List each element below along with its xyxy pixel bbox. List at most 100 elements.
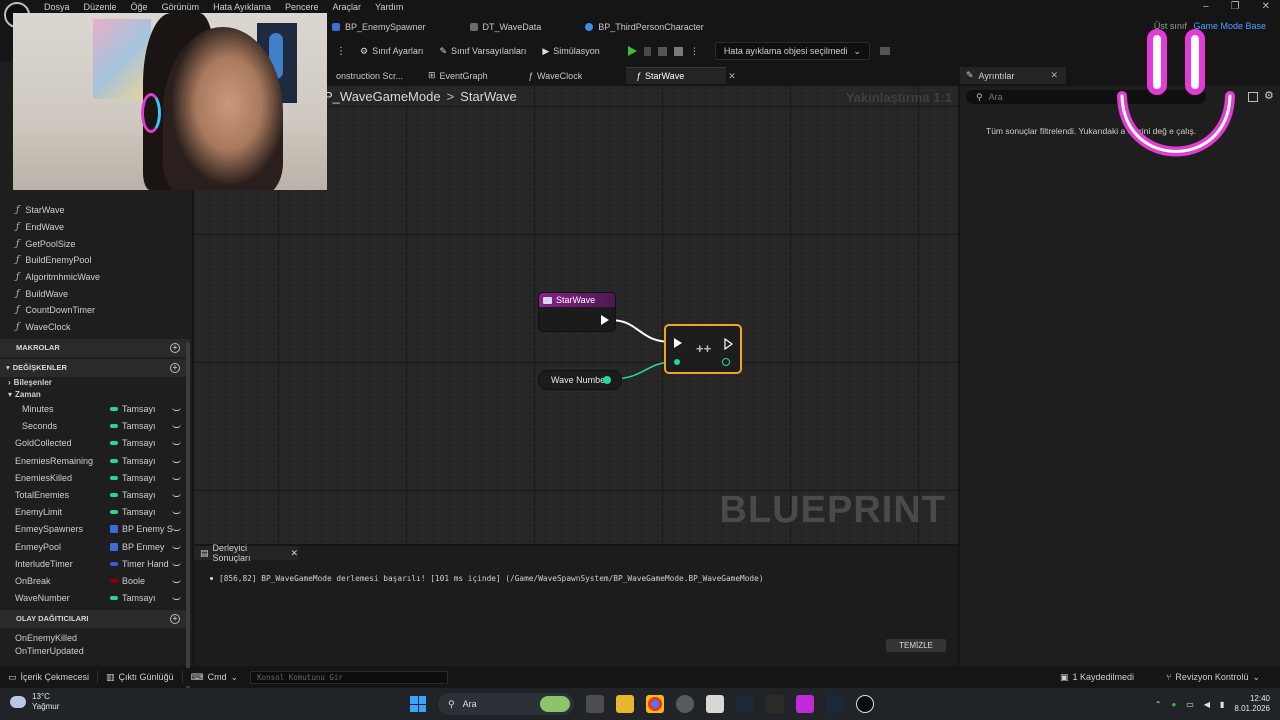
variable-type[interactable]: Tamsayı bbox=[110, 456, 156, 466]
details-tab[interactable]: ✎ Ayrıntılar ✕ bbox=[960, 67, 1066, 84]
doc-tab-enemy-spawner[interactable]: BP_EnemySpawner bbox=[332, 22, 426, 32]
visibility-eye-icon[interactable] bbox=[172, 562, 181, 566]
visibility-eye-icon[interactable] bbox=[172, 596, 181, 601]
visibility-eye-icon[interactable] bbox=[172, 527, 181, 532]
tray-chevron-icon[interactable]: ⌃ bbox=[1155, 700, 1162, 709]
class-defaults-button[interactable]: ✎ Sınıf Varsayılanları bbox=[431, 41, 534, 61]
weather-widget[interactable]: 13°C Yağmur bbox=[10, 692, 59, 712]
volume-icon[interactable]: ◀ bbox=[1204, 700, 1210, 709]
event-dispatchers-section-header[interactable]: OLAY DAĞITICILARI + bbox=[0, 609, 190, 628]
variable-type[interactable]: Tamsayı bbox=[110, 404, 156, 414]
table-view-icon[interactable] bbox=[1248, 92, 1258, 102]
tab-star-wave[interactable]: ƒ StarWave ✕ bbox=[626, 67, 736, 84]
taskbar-search[interactable]: ⚲ Ara bbox=[438, 693, 574, 715]
variable-type[interactable]: Tamsayı bbox=[110, 490, 156, 500]
variable-row[interactable]: Minutes Tamsayı bbox=[0, 401, 190, 418]
function-item-starwave[interactable]: ƒ StarWave bbox=[0, 202, 190, 219]
menu-view[interactable]: Görünüm bbox=[162, 2, 208, 12]
compiler-results-tab[interactable]: ▤ Derleyici Sonuçları ✕ bbox=[194, 543, 298, 563]
variable-type[interactable]: Timer Hand bbox=[110, 559, 169, 569]
tab-wave-clock[interactable]: ƒ WaveClock bbox=[518, 67, 626, 84]
int-out-pin[interactable] bbox=[722, 358, 730, 366]
battery-icon[interactable]: ▮ bbox=[1220, 700, 1224, 709]
play-icon[interactable] bbox=[627, 46, 637, 56]
menu-debug[interactable]: Hata Ayıklama bbox=[213, 2, 279, 12]
int-out-pin[interactable] bbox=[603, 376, 611, 384]
maximize-icon[interactable]: ❐ bbox=[1231, 1, 1240, 12]
app-icon[interactable] bbox=[796, 695, 814, 713]
menu-asset[interactable]: Öğe bbox=[131, 2, 156, 12]
steam-icon[interactable] bbox=[826, 695, 844, 713]
close-tab-icon[interactable]: ✕ bbox=[728, 71, 736, 82]
wave-number-getter-node[interactable]: Wave Number bbox=[538, 370, 622, 390]
variable-row[interactable]: WaveNumber Tamsayı bbox=[0, 590, 190, 607]
function-item-algorithmicwave[interactable]: ƒ AlgoritmhmicWave bbox=[0, 269, 190, 286]
variable-type[interactable]: Tamsayı bbox=[110, 507, 156, 517]
output-log-button[interactable]: ▥ Çıktı Günlüğü bbox=[98, 672, 182, 683]
store-icon[interactable] bbox=[706, 695, 724, 713]
variable-row[interactable]: EnmeySpawners BP Enemy S bbox=[0, 521, 190, 538]
visibility-eye-icon[interactable] bbox=[172, 424, 181, 429]
debug-object-select[interactable]: Hata ayıklama objesi seçilmedi ⌄ bbox=[714, 42, 870, 60]
network-icon[interactable]: ▭ bbox=[1186, 700, 1194, 709]
visibility-eye-icon[interactable] bbox=[172, 579, 181, 583]
variable-type[interactable]: Boole bbox=[110, 576, 145, 586]
close-tab-icon[interactable]: ✕ bbox=[290, 548, 298, 559]
function-item-endwave[interactable]: ƒ EndWave bbox=[0, 219, 190, 236]
variable-row[interactable]: GoldCollected Tamsayı bbox=[0, 435, 190, 452]
cmd-dropdown[interactable]: ⌨ Cmd ⌄ bbox=[183, 672, 247, 683]
clear-button[interactable]: TEMİZLE bbox=[886, 639, 946, 652]
increment-node[interactable]: ++ bbox=[664, 324, 742, 374]
variable-type[interactable]: Tamsayı bbox=[110, 421, 156, 431]
category-time[interactable]: ▾ Zaman bbox=[0, 389, 190, 401]
clock[interactable]: 12:40 8.01.2026 bbox=[1234, 694, 1270, 714]
eject-icon[interactable] bbox=[673, 46, 683, 56]
add-variable-icon[interactable]: + bbox=[170, 362, 180, 373]
steam-icon[interactable] bbox=[736, 695, 754, 713]
visibility-eye-icon[interactable] bbox=[172, 476, 181, 480]
visibility-eye-icon[interactable] bbox=[172, 545, 181, 549]
variable-row[interactable]: EnemiesRemaining Tamsayı bbox=[0, 452, 190, 469]
function-item-buildwave[interactable]: ƒ BuildWave bbox=[0, 285, 190, 302]
variable-row[interactable]: TotalEnemies Tamsayı bbox=[0, 486, 190, 503]
doc-tab-wave-data[interactable]: DT_WaveData bbox=[469, 22, 541, 32]
variable-type[interactable]: BP Enmey bbox=[110, 542, 164, 552]
compiler-message-line[interactable]: [856,82] BP_WaveGameMode derlemesi başar… bbox=[210, 574, 764, 583]
menu-window[interactable]: Pencere bbox=[285, 2, 327, 12]
tab-event-graph[interactable]: ⊞ EventGraph bbox=[418, 67, 518, 84]
function-item-getpoolsize[interactable]: ƒ GetPoolSize bbox=[0, 235, 190, 252]
add-dispatcher-icon[interactable]: + bbox=[170, 613, 180, 624]
menu-file[interactable]: Dosya bbox=[44, 2, 78, 12]
exec-in-pin[interactable] bbox=[674, 338, 682, 348]
tab-construction-script[interactable]: onstruction Scr... bbox=[326, 67, 418, 84]
function-item-buildenemypool[interactable]: ƒ BuildEnemyPool bbox=[0, 252, 190, 269]
stop-icon[interactable] bbox=[657, 46, 667, 56]
variable-type[interactable]: Tamsayı bbox=[110, 473, 156, 483]
microphone-icon[interactable]: ● bbox=[1171, 700, 1176, 709]
exec-out-pin[interactable] bbox=[601, 315, 609, 325]
menu-help[interactable]: Yardım bbox=[375, 2, 411, 12]
function-entry-node[interactable]: StarWave bbox=[538, 292, 616, 332]
visibility-eye-icon[interactable] bbox=[172, 459, 181, 463]
variable-type[interactable]: Tamsayı bbox=[110, 593, 156, 603]
variable-row[interactable]: EnmeyPool BP Enmey bbox=[0, 538, 190, 555]
int-in-pin[interactable] bbox=[674, 359, 680, 365]
visibility-eye-icon[interactable] bbox=[172, 510, 181, 515]
variable-row[interactable]: Seconds Tamsayı bbox=[0, 418, 190, 435]
task-view-icon[interactable] bbox=[586, 695, 604, 713]
variable-row[interactable]: EnemyLimit Tamsayı bbox=[0, 504, 190, 521]
app-icon[interactable] bbox=[676, 695, 694, 713]
dispatcher-item[interactable]: OnEnemyKilled bbox=[0, 632, 190, 645]
variable-type[interactable]: Tamsayı bbox=[110, 438, 156, 448]
dispatcher-item[interactable]: OnTimerUpdated bbox=[0, 645, 190, 658]
debug-browse-icon[interactable] bbox=[879, 47, 890, 55]
windows-start-icon[interactable] bbox=[410, 696, 426, 712]
close-window-icon[interactable]: ✕ bbox=[1262, 1, 1270, 12]
doc-tab-third-person[interactable]: BP_ThirdPersonCharacter bbox=[585, 22, 704, 32]
exec-wire[interactable] bbox=[609, 319, 673, 343]
simulation-button[interactable]: ▶ Simülasyon bbox=[534, 41, 607, 61]
function-item-countdowntimer[interactable]: ƒ CountDownTimer bbox=[0, 302, 190, 319]
menu-tools[interactable]: Araçlar bbox=[333, 2, 370, 12]
visibility-eye-icon[interactable] bbox=[172, 441, 181, 446]
panel-scrollbar[interactable] bbox=[186, 342, 190, 718]
